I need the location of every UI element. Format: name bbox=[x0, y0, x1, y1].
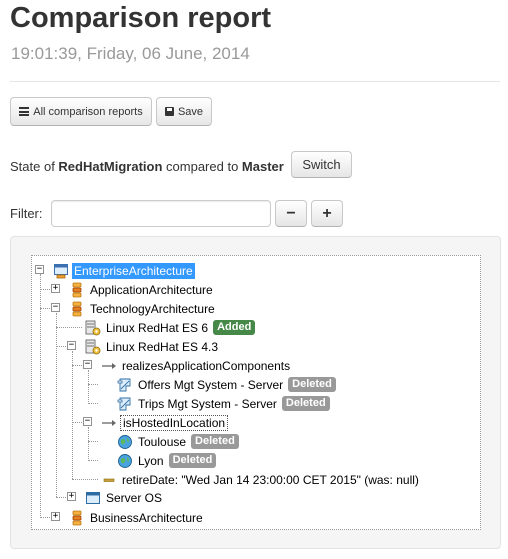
expand-toggle[interactable]: + bbox=[67, 492, 76, 501]
node-label: ApplicationArchitecture bbox=[90, 282, 213, 297]
tree-connector bbox=[88, 441, 98, 442]
tree-node-linux-redhat-es-4-3[interactable]: Linux RedHat ES 4.3 bbox=[85, 337, 220, 356]
relation-arrow-icon bbox=[101, 415, 117, 431]
collapse-toggle[interactable]: − bbox=[51, 303, 60, 312]
tree-node-offers-mgt-system-server[interactable]: Offers Mgt System - Server Deleted bbox=[117, 375, 336, 394]
tree-connector bbox=[40, 517, 50, 518]
node-label: retireDate: "Wed Jan 14 23:00:00 CET 201… bbox=[122, 472, 419, 487]
tree-node-retire-date[interactable]: retireDate: "Wed Jan 14 23:00:00 CET 201… bbox=[101, 470, 421, 489]
deleted-badge: Deleted bbox=[288, 377, 336, 392]
expand-toggle[interactable]: + bbox=[51, 512, 60, 521]
layer-stack-icon bbox=[69, 301, 85, 317]
collapse-toggle[interactable]: − bbox=[67, 341, 76, 350]
collapse-all-button[interactable]: − bbox=[275, 200, 307, 227]
tree-connector bbox=[88, 370, 89, 404]
tree-node-trips-mgt-system-server[interactable]: Trips Mgt System - Server Deleted bbox=[117, 394, 330, 413]
tree-connector bbox=[72, 365, 82, 366]
collapse-toggle[interactable]: − bbox=[83, 417, 92, 426]
attribute-dash-icon bbox=[101, 472, 117, 488]
node-label: TechnologyArchitecture bbox=[90, 301, 215, 316]
server-gear-icon bbox=[85, 339, 101, 355]
location-globe-icon bbox=[117, 434, 133, 450]
tree-node-realizes-application-components[interactable]: realizesApplicationComponents bbox=[101, 356, 292, 375]
tree-connector bbox=[88, 403, 98, 404]
switch-button[interactable]: Switch bbox=[291, 151, 352, 178]
app-component-icon bbox=[117, 396, 133, 412]
save-icon bbox=[164, 107, 174, 116]
deleted-badge: Deleted bbox=[168, 453, 217, 468]
added-badge: Added bbox=[213, 320, 256, 335]
save-button[interactable]: Save bbox=[156, 97, 212, 126]
tree-connector bbox=[56, 497, 66, 498]
tree-node-server-os[interactable]: Server OS bbox=[85, 488, 164, 507]
layer-stack-icon bbox=[69, 510, 85, 526]
page-title: Comparison report bbox=[10, 2, 272, 34]
tree-node-toulouse[interactable]: Toulouse Deleted bbox=[117, 432, 239, 451]
tree-connector bbox=[72, 422, 82, 423]
window-icon bbox=[85, 490, 101, 506]
expand-all-button[interactable]: + bbox=[311, 200, 343, 227]
divider bbox=[10, 81, 500, 82]
report-timestamp: 19:01:39, Friday, 06 June, 2014 bbox=[11, 44, 250, 63]
expand-toggle[interactable]: + bbox=[51, 284, 60, 293]
tree-connector bbox=[56, 346, 66, 347]
tree-connector bbox=[40, 289, 50, 290]
deleted-badge: Deleted bbox=[191, 434, 239, 449]
tree-connector bbox=[88, 384, 98, 385]
relation-arrow-icon bbox=[101, 358, 117, 374]
tree-connector bbox=[40, 308, 50, 309]
tree-node-application-architecture[interactable]: ApplicationArchitecture bbox=[69, 280, 215, 299]
node-label: realizesApplicationComponents bbox=[122, 358, 291, 373]
tree-node-technology-architecture[interactable]: TechnologyArchitecture bbox=[69, 299, 217, 318]
node-label: Linux RedHat ES 4.3 bbox=[106, 339, 219, 354]
tree-connector bbox=[56, 327, 82, 328]
state-prefix: State of bbox=[10, 159, 59, 174]
node-label: Linux RedHat ES 6 bbox=[106, 320, 209, 335]
all-comparison-reports-label: All comparison reports bbox=[33, 105, 143, 118]
state-middle: compared to bbox=[162, 159, 242, 174]
layer-stack-icon bbox=[69, 282, 85, 298]
node-label: Trips Mgt System - Server bbox=[138, 396, 277, 411]
location-globe-icon bbox=[117, 453, 133, 469]
filter-label: Filter: bbox=[10, 206, 43, 221]
deleted-badge: Deleted bbox=[281, 396, 330, 411]
enterprise-architecture-icon bbox=[53, 263, 69, 279]
tree-node-lyon[interactable]: Lyon Deleted bbox=[117, 451, 217, 470]
comparison-state-text: State of RedHatMigration compared to Mas… bbox=[10, 159, 284, 174]
server-gear-icon bbox=[85, 320, 101, 336]
collapse-toggle[interactable]: − bbox=[35, 265, 44, 274]
tree-node-is-hosted-in-location[interactable]: isHostedInLocation bbox=[101, 413, 229, 432]
target-branch: Master bbox=[241, 159, 284, 174]
tree-connector bbox=[88, 460, 98, 461]
node-label: Server OS bbox=[106, 490, 163, 505]
tree-connector bbox=[56, 313, 57, 497]
node-label: EnterpriseArchitecture bbox=[72, 262, 195, 279]
list-icon bbox=[19, 107, 30, 116]
tree-node-business-architecture[interactable]: BusinessArchitecture bbox=[69, 508, 205, 527]
node-label: Offers Mgt System - Server bbox=[138, 377, 284, 392]
node-label: isHostedInLocation bbox=[120, 414, 229, 431]
all-comparison-reports-button[interactable]: All comparison reports bbox=[10, 97, 152, 126]
node-label: Lyon bbox=[138, 453, 164, 468]
collapse-toggle[interactable]: − bbox=[83, 360, 92, 369]
node-label: BusinessArchitecture bbox=[90, 510, 203, 525]
app-component-icon bbox=[117, 377, 133, 393]
tree-connector bbox=[72, 479, 98, 480]
tree-node-enterprise-architecture[interactable]: EnterpriseArchitecture bbox=[53, 261, 195, 280]
node-label: Toulouse bbox=[138, 434, 187, 449]
filter-input[interactable] bbox=[51, 200, 271, 227]
tree-node-linux-redhat-es-6[interactable]: Linux RedHat ES 6 Added bbox=[85, 318, 256, 337]
source-branch: RedHatMigration bbox=[58, 159, 163, 174]
tree-connector bbox=[40, 274, 41, 518]
tree-connector bbox=[88, 427, 89, 461]
save-label: Save bbox=[177, 105, 204, 118]
tree-connector bbox=[72, 351, 73, 479]
